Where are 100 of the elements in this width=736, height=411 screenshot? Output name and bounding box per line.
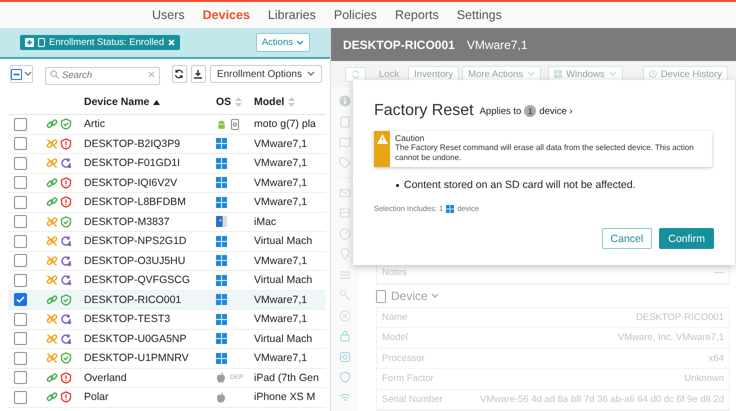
model-cell-text: Virtual Mach: [254, 235, 314, 248]
nav-tab[interactable]: Users: [152, 8, 185, 22]
row-checkbox[interactable]: [14, 274, 27, 287]
model-cell-text: VMware7,1: [254, 294, 308, 306]
nav-tab[interactable]: Reports: [394, 8, 439, 22]
warning-icon: [376, 134, 388, 144]
chevron-down-icon: [296, 40, 304, 46]
model-cell-text: VMware7,1: [254, 196, 308, 208]
nav-tab[interactable]: Settings: [456, 8, 502, 22]
windows-icon: [216, 294, 227, 306]
sync-icon: [60, 332, 72, 345]
column-header[interactable]: OS: [216, 96, 254, 108]
row-checkbox[interactable]: [14, 254, 27, 268]
property-label: Processor: [382, 352, 425, 364]
mac-finder-icon: [216, 216, 227, 228]
model-cell-text: VMware7,1: [254, 254, 308, 267]
column-header[interactable]: Device Name: [84, 96, 216, 108]
sync-icon: [60, 157, 72, 170]
row-checkbox[interactable]: [14, 234, 27, 248]
device-name-cell-text: Artic: [84, 118, 106, 130]
table-row[interactable]: Polar iPhone XS M: [8, 388, 326, 408]
table-row[interactable]: DESKTOP-NPS2G1D Virtual Mach: [8, 232, 326, 252]
table-row[interactable]: DESKTOP-TEST3 VMware7,1: [8, 310, 326, 330]
row-checkbox[interactable]: [14, 215, 27, 228]
table-row[interactable]: DESKTOP-IQI6V2V VMware7,1: [8, 174, 326, 193]
device-name-cell-text: DESKTOP-IQI6V2V: [84, 176, 178, 189]
select-all-dropdown[interactable]: [10, 65, 33, 83]
table-row[interactable]: DESKTOP-M3837 iMac: [8, 212, 326, 232]
download-icon: [193, 69, 204, 79]
chevron-down-icon: [306, 71, 315, 77]
row-checkbox[interactable]: [14, 156, 27, 170]
nav-tab[interactable]: Libraries: [268, 8, 316, 22]
applies-label: Applies to: [480, 106, 522, 116]
bullet-text: Content stored on an SD card will not be affected.: [404, 179, 636, 191]
model-cell-text: Virtual Mach: [254, 274, 314, 286]
apple-icon: [216, 392, 226, 403]
enrollment-options-dropdown[interactable]: Enrollment Options: [210, 65, 322, 83]
download-button[interactable]: [190, 65, 206, 83]
row-checkbox[interactable]: [14, 332, 27, 346]
sync-icon: [60, 235, 72, 248]
table-row[interactable]: DESKTOP-L8BFDBM VMware7,1: [8, 193, 326, 212]
refresh-icon: [174, 69, 184, 79]
confirm-button[interactable]: Confirm: [659, 228, 714, 249]
windows-icon: [216, 138, 227, 150]
device-count-badge: 1: [524, 105, 536, 117]
table-row[interactable]: DESKTOP-B2IQ3P9 VMware7,1: [8, 134, 326, 154]
device-link[interactable]: device ›: [539, 106, 573, 116]
row-checkbox[interactable]: [14, 137, 27, 150]
alert-shield-icon: [60, 372, 72, 384]
table-row[interactable]: DESKTOP-U1PMNRV VMware7,1: [8, 349, 326, 368]
device-name-cell-text: DESKTOP-QVFGSCG: [84, 274, 191, 286]
property-value: DESKTOP-RICO001: [636, 312, 724, 323]
model-cell-text: VMware7,1: [254, 352, 308, 364]
property-label: Model: [382, 332, 408, 344]
bullet-dot: [396, 184, 399, 187]
table-row[interactable]: DESKTOP-RICO001 VMware7,1: [8, 290, 326, 310]
sync-icon: [60, 254, 72, 267]
device-name-cell-text: Overland: [84, 372, 128, 384]
property-label: Form Factor: [382, 373, 434, 384]
windows-icon: [216, 333, 227, 344]
model-cell-text: Virtual Mach: [254, 332, 314, 345]
android-icon: [216, 118, 227, 130]
device-name-cell-text: DESKTOP-L8BFDBM: [84, 196, 187, 208]
table-row[interactable]: DESKTOP-F01GD1I VMware7,1: [8, 154, 326, 174]
plus-icon: [25, 38, 34, 47]
refresh-icon: [351, 70, 360, 78]
alert-title: Caution: [395, 133, 426, 143]
refresh-button[interactable]: [172, 65, 187, 83]
column-header[interactable]: Model: [254, 96, 326, 108]
model-cell-text: VMware7,1: [254, 157, 308, 170]
actions-button[interactable]: Actions: [256, 33, 310, 52]
row-checkbox[interactable]: [14, 118, 27, 131]
close-icon[interactable]: [168, 39, 176, 46]
filter-chip[interactable]: Enrollment Status: Enrolled: [20, 35, 180, 50]
row-checkbox[interactable]: [14, 196, 27, 209]
row-checkbox[interactable]: [14, 312, 27, 326]
property-value: Unknown: [684, 373, 724, 384]
table-row[interactable]: DESKTOP-U0GA5NP Virtual Mach: [8, 330, 326, 349]
cancel-button[interactable]: Cancel: [602, 228, 652, 249]
search-field[interactable]: Search: [45, 66, 160, 84]
table-row[interactable]: DESKTOP-O3UJ5HU VMware7,1: [8, 252, 326, 271]
dialog-title: Factory Reset: [374, 102, 474, 120]
chevron-down-icon: [24, 71, 32, 77]
nav-tab[interactable]: Policies: [334, 8, 377, 22]
check-shield-icon: [60, 352, 72, 364]
row-checkbox[interactable]: [14, 352, 27, 365]
device-name-cell-text: DESKTOP-U1PMNRV: [84, 352, 190, 364]
alert-shield-icon: [60, 176, 72, 189]
row-checkbox[interactable]: [14, 390, 27, 404]
row-checkbox[interactable]: [14, 371, 27, 384]
row-checkbox[interactable]: [14, 176, 27, 190]
clear-icon[interactable]: [148, 70, 155, 78]
device-title: DESKTOP-RICO001: [343, 38, 455, 52]
row-checkbox[interactable]: [14, 293, 27, 306]
property-value: x64: [708, 352, 724, 364]
windows-icon: [216, 274, 227, 286]
table-row[interactable]: Artic moto g(7) pla: [8, 115, 326, 134]
windows-icon: [216, 177, 227, 188]
windows-icon: [216, 314, 227, 325]
alert-message: The Factory Reset command will erase all data from the selected device. This action cannot be undone.: [395, 143, 695, 163]
